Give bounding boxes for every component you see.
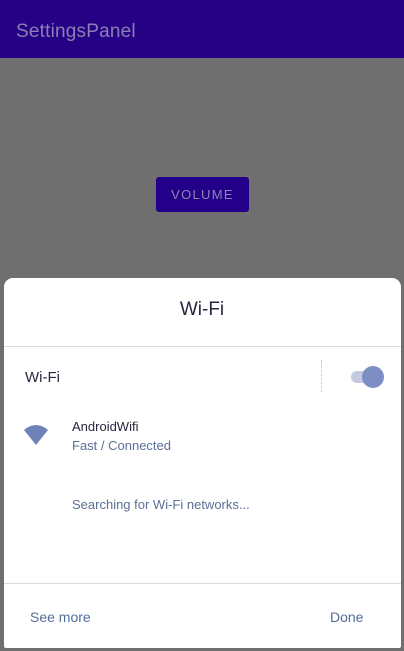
panel-footer-divider [4,583,401,584]
toggle-thumb [362,366,384,388]
wifi-icon [24,425,48,445]
panel-divider [4,346,401,347]
network-name: AndroidWifi [72,419,139,434]
app-title: SettingsPanel [16,21,136,42]
wifi-toggle-label[interactable]: Wi-Fi [25,369,60,386]
volume-button[interactable]: VOLUME [156,177,249,212]
app-bar: SettingsPanel [0,0,404,58]
panel-title: Wi-Fi [179,299,225,320]
wifi-toggle-switch[interactable] [349,366,384,388]
searching-status-text: Searching for Wi-Fi networks... [72,497,250,512]
network-status: Fast / Connected [72,438,171,453]
wifi-settings-panel [4,278,401,648]
see-more-button[interactable]: See more [30,609,91,625]
row-separator [321,360,322,392]
done-button[interactable]: Done [330,609,363,625]
network-list-item[interactable]: AndroidWifi Fast / Connected [4,410,401,462]
